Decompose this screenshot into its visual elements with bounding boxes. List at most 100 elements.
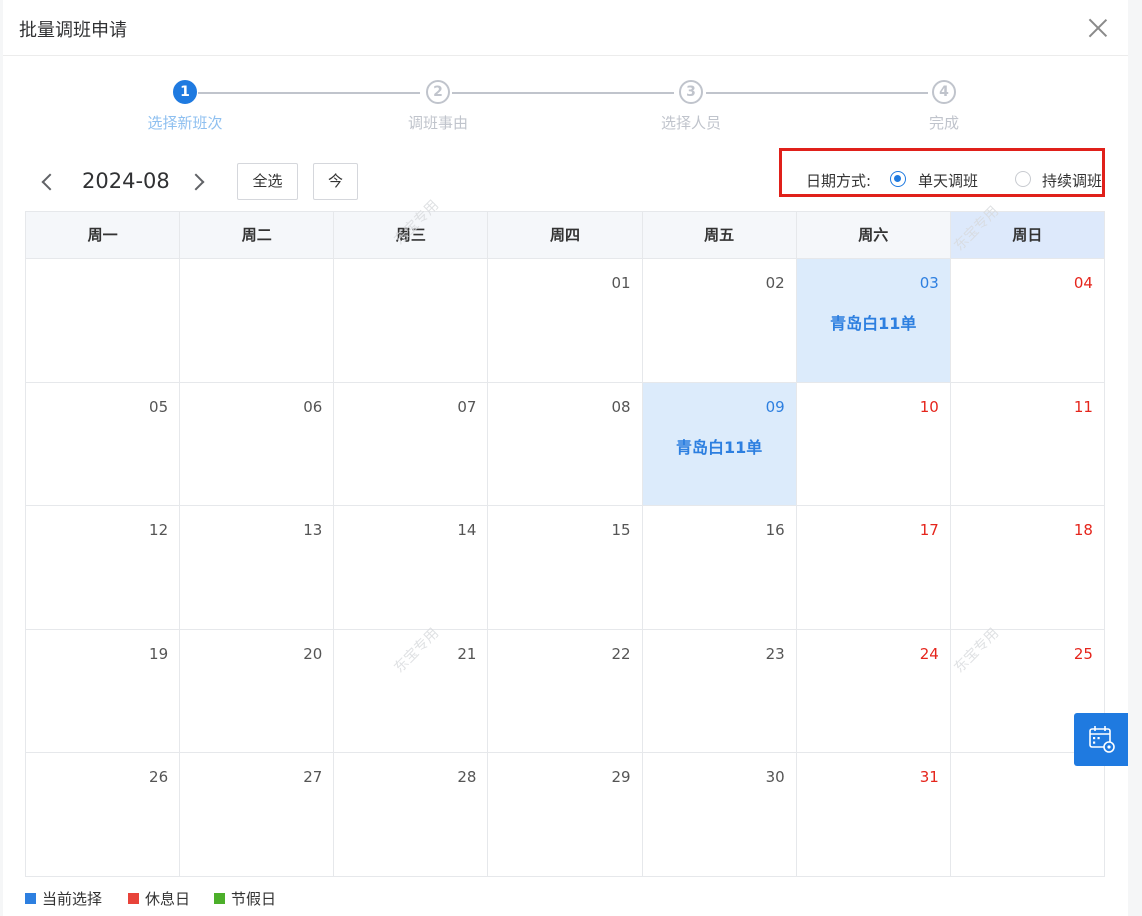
calendar-day-cell[interactable]: 26 [26,753,181,877]
step-label: 调班事由 [407,114,468,132]
radio-single-day[interactable] [890,171,906,187]
calendar-day-cell[interactable]: 28 [334,753,489,877]
calendar-day-cell[interactable]: 01 [488,259,643,383]
calendar-empty-cell [950,753,1105,877]
day-number: 26 [149,768,169,787]
calendar-day-cell[interactable]: 31 [796,753,951,877]
calendar-settings-button[interactable] [1074,713,1128,766]
month-label: 2024-08 [82,169,170,193]
day-number: 02 [765,274,785,292]
day-number: 13 [303,521,323,540]
calendar-body: 01 02 03 青岛白11单 04 05 06 07 08 09 青岛白11单 10 11 12 13 14… [26,259,1105,877]
calendar-day-cell[interactable]: 10 [796,382,951,507]
radio-single-day-label[interactable]: 单天调班 [918,170,978,191]
calendar-settings-icon [1089,726,1115,753]
calendar-day-cell[interactable]: 02 [642,259,797,383]
radio-continuous[interactable] [1015,171,1031,187]
dialog-title: 批量调班申请 [19,20,127,41]
day-number: 01 [611,274,631,292]
calendar-grid: 周一 周二 周三 周四 周五 周六 周日 01 02 03 青岛白11单 04 05 06 07 08 09 青… [25,211,1105,877]
weekday-header: 周日 [950,212,1105,259]
step-label: 选择新班次 [147,114,223,132]
day-number: 27 [303,768,323,787]
day-number: 08 [611,397,631,416]
calendar-day-cell[interactable]: 18 [950,506,1105,630]
calendar-day-cell[interactable]: 24 [796,629,951,754]
prev-month-button[interactable] [36,170,60,194]
calendar-day-cell[interactable]: 06 [180,382,335,507]
calendar-week-row: 01 02 03 青岛白11单 04 [26,259,1105,383]
day-number: 03 [919,274,939,292]
calendar-day-cell[interactable]: 30 [642,753,797,877]
shift-label: 青岛白11单 [830,314,917,333]
background-page-right [1128,0,1142,916]
calendar-day-cell[interactable]: 20 [180,629,335,754]
day-number: 25 [1073,644,1093,663]
calendar-day-cell[interactable]: 14 [334,506,489,630]
calendar-day-cell[interactable]: 15 [488,506,643,630]
legend-label: 休息日 [145,890,191,908]
legend-swatch [25,893,36,904]
close-icon[interactable] [1088,18,1108,38]
day-number: 15 [611,521,631,540]
day-number: 30 [765,768,785,787]
calendar-day-cell[interactable]: 12 [26,506,181,630]
next-month-button[interactable] [186,170,210,194]
legend-swatch [214,893,225,904]
day-number: 12 [149,521,169,540]
calendar-day-cell[interactable]: 09 青岛白11单 [642,382,797,507]
day-number: 21 [457,644,477,663]
day-number: 11 [1073,397,1093,416]
step-number: 4 [932,80,956,104]
today-button[interactable]: 今 [313,163,358,200]
day-number: 22 [611,644,631,663]
calendar-day-cell[interactable]: 29 [488,753,643,877]
calendar-day-cell[interactable]: 04 [950,259,1105,383]
day-number: 09 [765,397,785,416]
weekday-header: 周五 [642,212,797,259]
day-number: 06 [303,397,323,416]
weekday-header: 周六 [796,212,951,259]
calendar-day-cell[interactable]: 22 [488,629,643,754]
dialog-header: 批量调班申请 [3,0,1128,56]
step-number: 1 [173,80,197,104]
select-all-button[interactable]: 全选 [237,163,298,200]
step-number: 3 [679,80,703,104]
day-number: 24 [919,644,939,663]
day-number: 05 [149,397,169,416]
day-number: 31 [919,768,939,787]
day-number: 10 [919,397,939,416]
calendar-day-cell[interactable]: 07 [334,382,489,507]
calendar-day-cell[interactable]: 27 [180,753,335,877]
calendar-week-row: 12 13 14 15 16 17 18 [26,506,1105,630]
weekday-header: 周四 [488,212,643,259]
radio-continuous-label[interactable]: 持续调班 [1042,170,1102,191]
step-3: 3 选择人员 [631,80,751,133]
calendar-week-row: 19 20 21 22 23 24 25 [26,629,1105,754]
step-number: 2 [426,80,450,104]
step-2: 2 调班事由 [378,80,498,133]
calendar-empty-cell [180,259,335,383]
calendar-day-cell[interactable]: 11 [950,382,1105,507]
day-number: 17 [919,521,939,540]
shift-label: 青岛白11单 [675,437,763,457]
date-mode-label: 日期方式: [806,172,872,190]
calendar-day-cell[interactable]: 19 [26,629,181,754]
weekday-header: 周三 [334,212,489,259]
step-1: 1 选择新班次 [125,80,245,133]
calendar-day-cell[interactable]: 03 青岛白11单 [796,259,951,383]
calendar-empty-cell [334,259,489,383]
calendar-day-cell[interactable]: 16 [642,506,797,630]
day-number: 18 [1073,521,1093,540]
calendar-day-cell[interactable]: 08 [488,382,643,507]
calendar-day-cell[interactable]: 05 [26,382,181,507]
calendar-day-cell[interactable]: 23 [642,629,797,754]
calendar-day-cell[interactable]: 17 [796,506,951,630]
calendar-empty-cell [26,259,181,383]
calendar-day-cell[interactable]: 21 [334,629,489,754]
day-number: 07 [457,397,477,416]
day-number: 16 [765,521,785,540]
day-number: 28 [457,768,477,787]
day-number: 20 [303,644,323,663]
calendar-day-cell[interactable]: 13 [180,506,335,630]
